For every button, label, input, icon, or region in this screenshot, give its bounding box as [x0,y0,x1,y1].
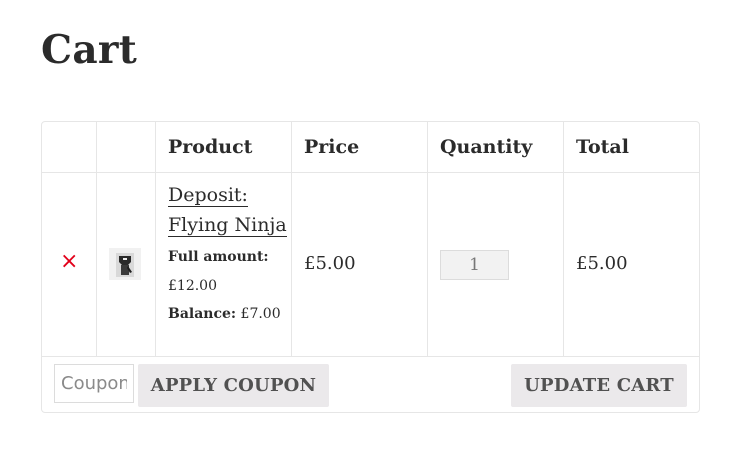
row-divider [42,356,699,357]
column-divider [427,122,428,357]
quantity-input[interactable] [440,250,509,280]
product-name-line2: Flying Ninja [168,214,287,237]
item-price: £5.00 [304,253,356,274]
cart-table: Product Price Quantity Total × Deposit: … [41,121,700,413]
balance-label: Balance: [168,306,237,322]
header-divider [42,172,699,173]
ninja-image [109,248,141,280]
product-thumbnail-icon[interactable] [109,248,141,280]
full-amount-value: £12.00 [168,278,217,294]
header-price: Price [304,136,360,158]
coupon-code-input[interactable] [54,364,134,403]
balance-value: £7.00 [240,306,281,322]
header-total: Total [576,136,629,158]
item-total: £5.00 [576,253,628,274]
full-amount-label: Full amount: [168,249,269,265]
header-quantity: Quantity [440,136,533,158]
header-product: Product [168,136,253,158]
page-title: Cart [41,27,138,73]
balance-row: Balance: £7.00 [168,304,281,324]
product-name-link[interactable]: Deposit: Flying Ninja [168,180,288,240]
remove-item-button[interactable]: × [60,249,78,275]
update-cart-button[interactable]: UPDATE CART [511,364,687,407]
column-divider [96,122,97,357]
column-divider [155,122,156,357]
column-divider [563,122,564,357]
column-divider [291,122,292,357]
product-name-line1: Deposit: [168,184,248,207]
apply-coupon-button[interactable]: APPLY COUPON [138,364,329,407]
full-amount-label-row: Full amount: [168,247,269,267]
